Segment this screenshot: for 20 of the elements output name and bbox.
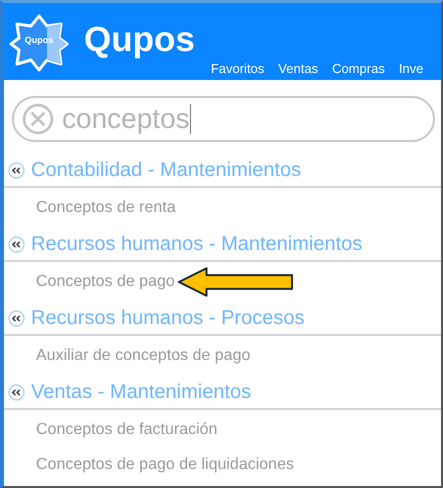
brand-name: Qupos [84, 20, 195, 60]
group-header[interactable]: Ventas - Mantenimientos [4, 376, 441, 410]
collapse-icon[interactable] [8, 162, 25, 178]
menu-item[interactable]: Compras [332, 61, 385, 76]
menu-option[interactable]: Conceptos de renta [36, 199, 176, 217]
menu-item[interactable]: Ventas [278, 61, 318, 76]
group-header[interactable]: Contabilidad - Mantenimientos [4, 154, 441, 188]
group-header[interactable]: Recursos humanos - Procesos [4, 302, 441, 336]
menu-option[interactable]: Auxiliar de conceptos de pago [36, 347, 250, 365]
menu-option[interactable]: Conceptos de pago de liquidaciones [36, 456, 294, 474]
menu-option[interactable]: Conceptos de pago [36, 273, 175, 291]
search-field[interactable]: conceptos [12, 96, 435, 142]
collapse-icon[interactable] [8, 310, 25, 326]
collapse-icon[interactable] [8, 236, 25, 252]
menu-item[interactable]: Favoritos [210, 61, 264, 76]
menu-item[interactable]: Inve [398, 61, 424, 76]
collapse-icon[interactable] [8, 384, 25, 400]
menu-option[interactable]: Conceptos de facturación [36, 421, 218, 439]
group-header[interactable]: Recursos humanos - Mantenimientos [4, 228, 441, 262]
logo-icon: Qupos [8, 12, 70, 72]
